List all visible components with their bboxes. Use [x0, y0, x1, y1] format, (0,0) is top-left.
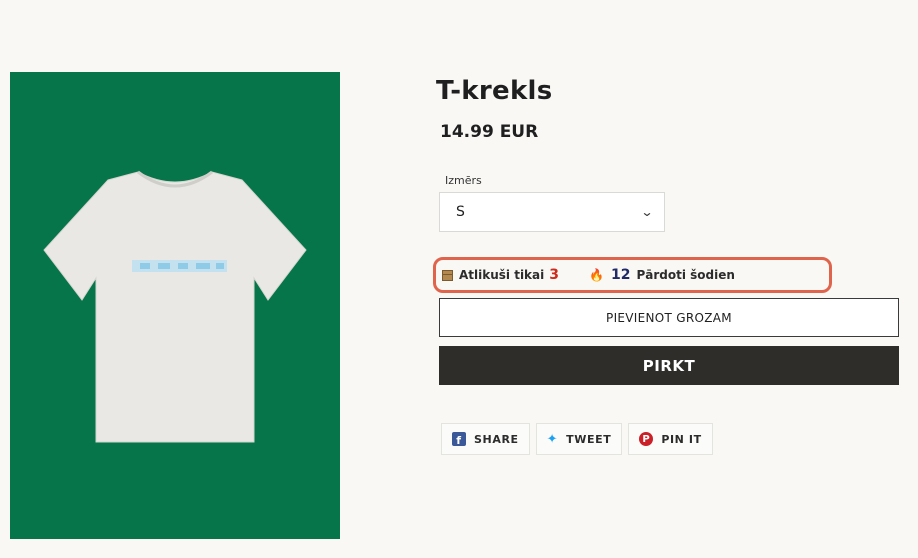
facebook-share-label: SHARE [474, 432, 519, 446]
add-to-cart-button[interactable]: PIEVIENOT GROZAM [439, 298, 899, 337]
chevron-down-icon: ⌄ [640, 205, 654, 219]
buy-button[interactable]: PIRKT [439, 346, 899, 385]
product-title: T-krekls [436, 76, 553, 106]
box-icon [442, 269, 453, 281]
product-image[interactable] [10, 72, 340, 539]
stock-left-label: Atlikuši tikai [459, 268, 545, 282]
sold-today: 🔥 12 Pārdoti šodien [589, 267, 735, 283]
twitter-icon: ✦ [546, 431, 559, 447]
twitter-tweet-button[interactable]: ✦ TWEET [535, 423, 623, 455]
tshirt-image [43, 170, 307, 443]
sold-label: Pārdoti šodien [636, 268, 735, 282]
facebook-share-button[interactable]: f SHARE [441, 423, 530, 455]
pinterest-pin-button[interactable]: P PIN IT [628, 423, 713, 455]
fire-icon: 🔥 [589, 268, 604, 282]
size-selected-value: S [456, 204, 465, 220]
pinterest-icon: P [639, 432, 654, 446]
stock-left-count: 3 [549, 267, 559, 283]
twitter-tweet-label: TWEET [566, 432, 612, 446]
pinterest-pin-label: PIN IT [661, 432, 702, 446]
sold-count: 12 [610, 267, 631, 283]
product-price: 14.99 EUR [440, 122, 539, 142]
size-select[interactable]: S ⌄ [439, 192, 665, 232]
share-buttons: f SHARE ✦ TWEET P PIN IT [441, 423, 713, 455]
stock-urgency-box: Atlikuši tikai 3 🔥 12 Pārdoti šodien [433, 257, 832, 293]
size-label: Izmērs [445, 174, 482, 187]
facebook-icon: f [452, 432, 466, 446]
